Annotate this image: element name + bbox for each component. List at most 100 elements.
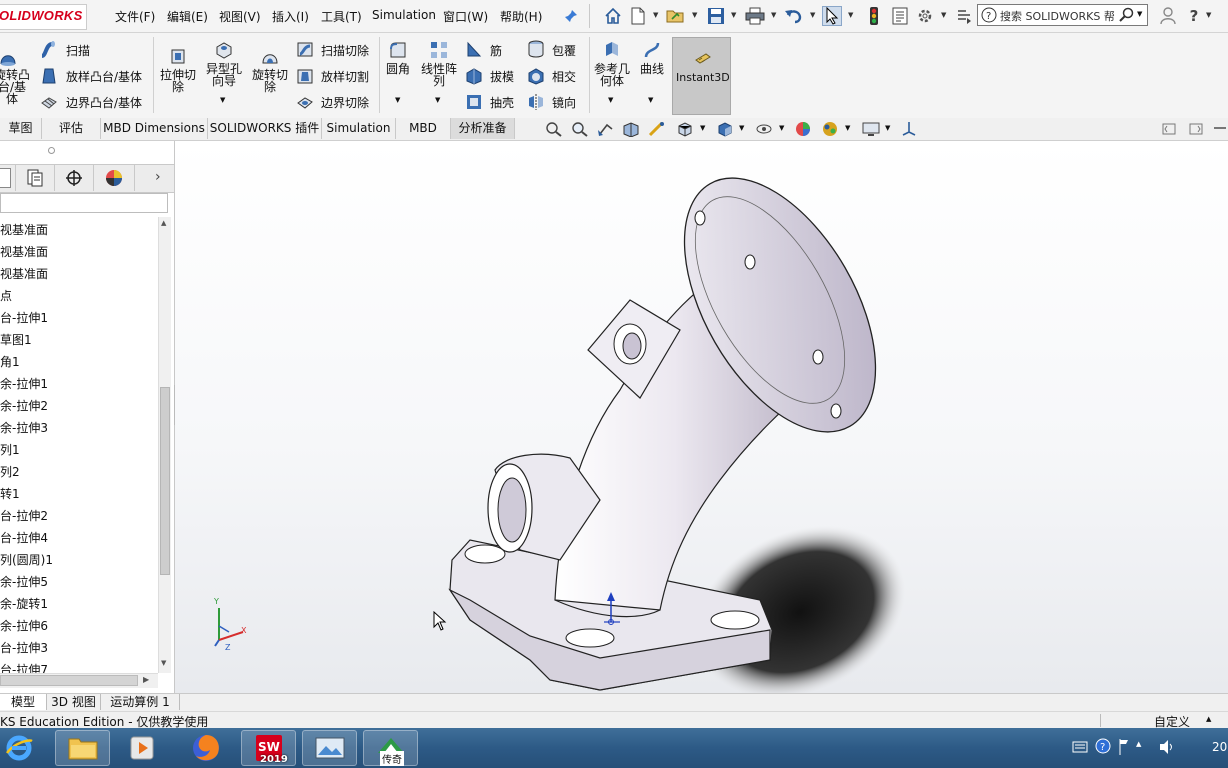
configuration-manager-tab-icon[interactable] bbox=[54, 165, 94, 191]
revolve-boss-button[interactable]: 旋转凸台/基体 bbox=[0, 69, 32, 105]
tree-item[interactable]: 余-拉伸6 bbox=[0, 617, 48, 634]
tree-item[interactable]: 视基准面 bbox=[0, 243, 48, 260]
tab-3d-view[interactable]: 3D 视图 bbox=[47, 694, 101, 710]
options-gear-icon[interactable] bbox=[915, 6, 935, 26]
chevron-down-icon[interactable]: ▼ bbox=[845, 124, 850, 132]
boundary-boss-button[interactable]: 边界凸台/基体 bbox=[66, 94, 142, 111]
rib-button[interactable]: 筋 bbox=[490, 42, 502, 59]
chevron-down-icon[interactable]: ▼ bbox=[608, 96, 613, 104]
chuanqi-icon[interactable]: 传奇 bbox=[363, 730, 418, 766]
tree-item[interactable]: 台-拉伸7 bbox=[0, 661, 48, 673]
tree-item[interactable]: 点 bbox=[0, 287, 12, 304]
dynamic-annotation-icon[interactable] bbox=[648, 121, 666, 137]
internet-explorer-icon[interactable] bbox=[0, 730, 42, 766]
select-pointer-icon[interactable] bbox=[822, 6, 842, 26]
solidworks-logo[interactable]: SOLIDWORKS bbox=[0, 4, 87, 30]
tree-item[interactable]: 视基准面 bbox=[0, 221, 48, 238]
chevron-down-icon[interactable]: ▼ bbox=[395, 96, 400, 104]
section-view-icon[interactable] bbox=[622, 121, 640, 137]
pin-icon[interactable] bbox=[561, 6, 581, 26]
chevron-down-icon[interactable]: ▼ bbox=[648, 96, 653, 104]
traffic-light-icon[interactable] bbox=[864, 6, 884, 26]
property-manager-tab-icon[interactable] bbox=[15, 165, 55, 191]
menu-help[interactable]: 帮助(H) bbox=[500, 8, 542, 25]
scroll-up-icon[interactable]: ▲ bbox=[161, 219, 166, 227]
chevron-down-icon[interactable]: ▼ bbox=[941, 11, 946, 19]
display-manager-tab-icon[interactable] bbox=[94, 165, 135, 191]
chevron-down-icon[interactable]: ▼ bbox=[220, 96, 225, 104]
keyboard-icon[interactable] bbox=[1072, 740, 1088, 754]
pipe-elbow-model[interactable] bbox=[175, 141, 1228, 693]
restore-panel-icon[interactable] bbox=[1162, 123, 1176, 135]
graphics-viewport[interactable]: Y X Z bbox=[175, 141, 1228, 693]
solidworks-2019-icon[interactable]: SW 2019 bbox=[241, 730, 296, 766]
fillet-button[interactable]: 圆角 bbox=[383, 63, 413, 75]
instant3d-button[interactable]: Instant3D bbox=[672, 37, 731, 115]
scroll-right-icon[interactable]: ▶ bbox=[143, 675, 149, 684]
save-icon[interactable] bbox=[706, 6, 726, 26]
panel-grip-icon[interactable] bbox=[48, 147, 55, 154]
menu-edit[interactable]: 编辑(E) bbox=[167, 8, 208, 25]
chevron-down-icon[interactable]: ▼ bbox=[779, 124, 784, 132]
chevron-down-icon[interactable]: ▼ bbox=[848, 11, 853, 19]
tree-item[interactable]: 草图1 bbox=[0, 331, 32, 348]
linear-pattern-button[interactable]: 线性阵列 bbox=[418, 63, 460, 87]
chevron-down-icon[interactable]: ▼ bbox=[731, 11, 736, 19]
revolve-boss-icon[interactable] bbox=[0, 47, 18, 70]
menu-tools[interactable]: 工具(T) bbox=[321, 8, 362, 25]
new-document-icon[interactable] bbox=[628, 6, 648, 26]
boundary-cut-button[interactable]: 边界切除 bbox=[321, 94, 369, 111]
feature-manager-tab-icon[interactable] bbox=[0, 168, 11, 188]
tray-expand-icon[interactable]: ▲ bbox=[1136, 740, 1141, 748]
home-icon[interactable] bbox=[603, 6, 623, 26]
expand-panel-icon[interactable] bbox=[1189, 123, 1203, 135]
curves-button[interactable]: 曲线 bbox=[636, 63, 668, 75]
tree-item[interactable]: 列1 bbox=[0, 441, 20, 458]
tree-item[interactable]: 余-拉伸5 bbox=[0, 573, 48, 590]
view-settings-icon[interactable] bbox=[861, 121, 881, 137]
menu-view[interactable]: 视图(V) bbox=[219, 8, 261, 25]
menu-insert[interactable]: 插入(I) bbox=[272, 8, 309, 25]
wrap-button[interactable]: 包覆 bbox=[552, 42, 576, 59]
file-explorer-icon[interactable] bbox=[55, 730, 110, 766]
tab-model[interactable]: 模型 bbox=[0, 694, 47, 710]
tree-item[interactable]: 余-拉伸1 bbox=[0, 375, 48, 392]
tree-item[interactable]: 台-拉伸2 bbox=[0, 507, 48, 524]
chevron-down-icon[interactable]: ▼ bbox=[700, 124, 705, 132]
apply-scene-icon[interactable] bbox=[820, 120, 840, 138]
chevron-down-icon[interactable]: ▼ bbox=[810, 11, 815, 19]
revolved-cut-button[interactable]: 旋转切除 bbox=[249, 69, 291, 93]
zoom-to-area-icon[interactable] bbox=[571, 121, 589, 137]
swept-cut-button[interactable]: 扫描切除 bbox=[321, 42, 369, 59]
file-properties-icon[interactable] bbox=[890, 6, 910, 26]
tree-item[interactable]: 余-旋转1 bbox=[0, 595, 48, 612]
search-input[interactable]: ? 搜索 SOLIDWORKS 帮 ▼ bbox=[977, 4, 1148, 26]
help-tray-icon[interactable]: ? bbox=[1095, 738, 1111, 754]
tab-solidworks-addins[interactable]: SOLIDWORKS 插件 bbox=[208, 118, 322, 139]
user-icon[interactable] bbox=[1158, 6, 1178, 26]
chevron-down-icon[interactable]: ▼ bbox=[653, 11, 658, 19]
volume-icon[interactable] bbox=[1158, 739, 1176, 755]
search-icon[interactable] bbox=[1119, 7, 1135, 23]
display-style-icon[interactable] bbox=[716, 121, 734, 137]
photo-viewer-icon[interactable] bbox=[302, 730, 357, 766]
shell-button[interactable]: 抽壳 bbox=[490, 94, 514, 111]
menu-file[interactable]: 文件(F) bbox=[115, 8, 155, 25]
draft-button[interactable]: 拔模 bbox=[490, 68, 514, 85]
chevron-down-icon[interactable]: ▼ bbox=[1206, 11, 1211, 19]
scrollbar-thumb[interactable] bbox=[160, 387, 170, 575]
tab-analysis-prep[interactable]: 分析准备 bbox=[451, 118, 515, 139]
tree-item[interactable]: 余-拉伸2 bbox=[0, 397, 48, 414]
chevron-right-icon[interactable]: › bbox=[155, 169, 161, 185]
lofted-cut-button[interactable]: 放样切割 bbox=[321, 68, 369, 85]
view-orientation-icon[interactable] bbox=[676, 121, 694, 137]
extruded-cut-button[interactable]: 拉伸切除 bbox=[156, 69, 200, 93]
tree-item[interactable]: 视基准面 bbox=[0, 265, 48, 282]
feature-filter-input[interactable] bbox=[0, 193, 168, 213]
mirror-button[interactable]: 镜向 bbox=[552, 94, 576, 111]
help-icon[interactable]: ? bbox=[1184, 6, 1204, 26]
media-player-icon[interactable] bbox=[114, 730, 169, 766]
intersect-button[interactable]: 相交 bbox=[552, 68, 576, 85]
tree-item[interactable]: 台-拉伸1 bbox=[0, 309, 48, 326]
tree-item[interactable]: 台-拉伸4 bbox=[0, 529, 48, 546]
